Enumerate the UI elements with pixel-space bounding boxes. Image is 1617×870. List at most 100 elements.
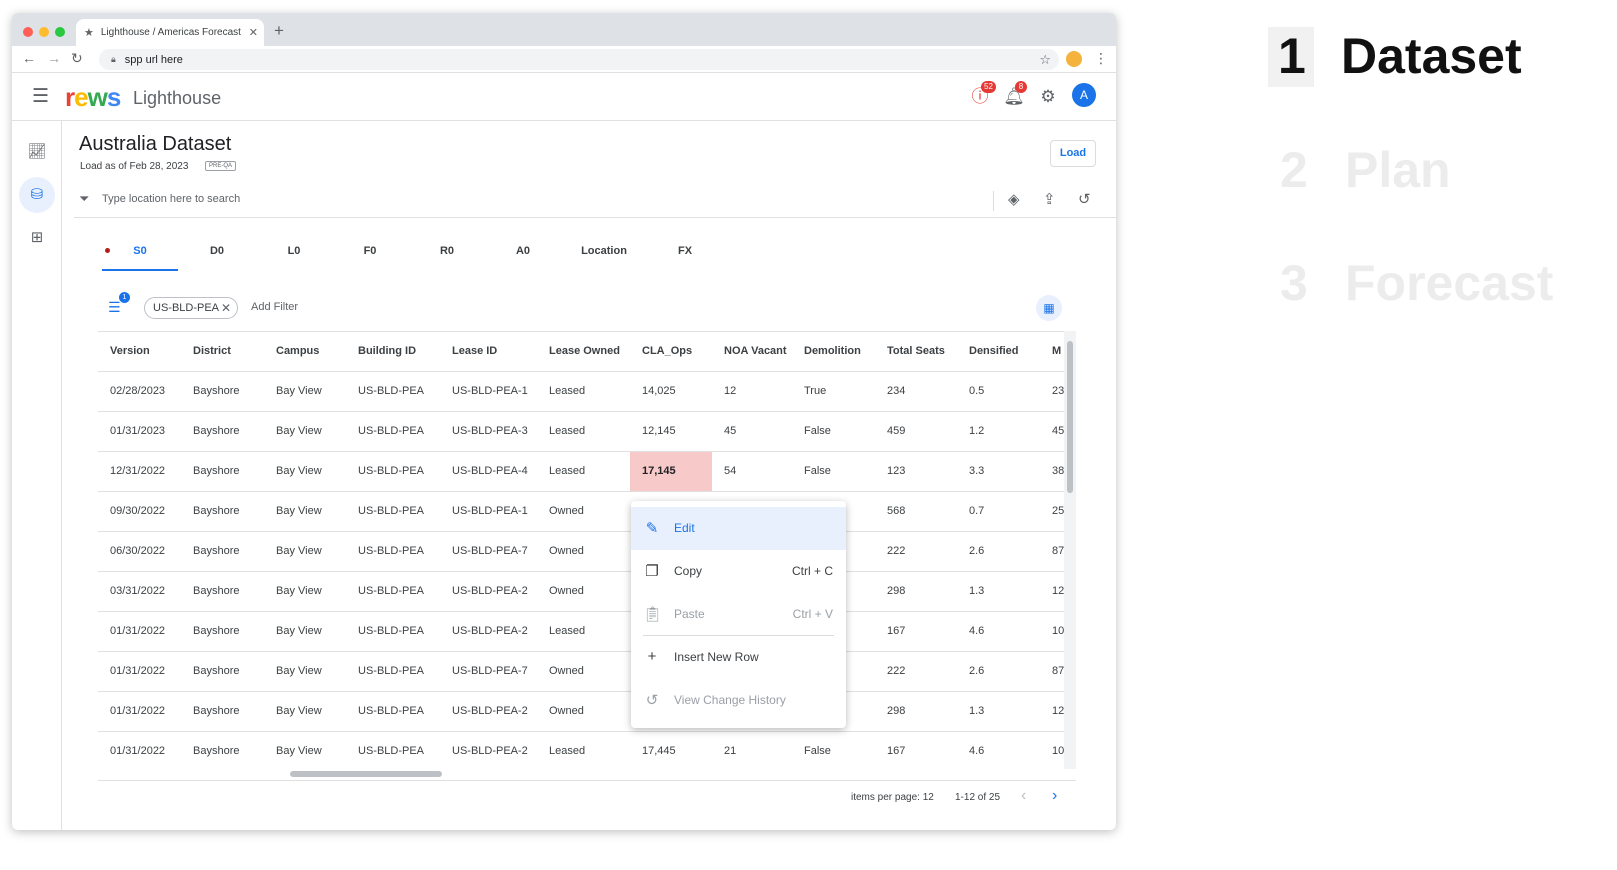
table-columns-icon[interactable]: ▦	[1036, 295, 1062, 321]
table-cell[interactable]: 14,025	[630, 372, 676, 411]
table-cell[interactable]: True	[792, 372, 826, 411]
table-cell[interactable]: Leased	[537, 732, 585, 769]
table-cell[interactable]: US-BLD-PEA-3	[440, 412, 528, 451]
table-cell[interactable]: 459	[875, 412, 905, 451]
table-row[interactable]: 06/30/2022 Bayshore Bay View US-BLD-PEA US-B…	[98, 532, 1064, 572]
table-cell[interactable]: US-BLD-PEA	[346, 532, 424, 571]
tab-location[interactable]: Location	[569, 239, 639, 271]
table-cell[interactable]: US-BLD-PEA	[346, 732, 424, 769]
table-cell[interactable]: False	[792, 732, 831, 769]
table-cell[interactable]: US-BLD-PEA	[346, 412, 424, 451]
menu-icon[interactable]: ☰	[32, 85, 49, 108]
table-cell[interactable]: Bay View	[264, 572, 322, 611]
table-cell[interactable]: 1.3	[957, 692, 984, 731]
table-cell[interactable]: Leased	[537, 452, 585, 491]
table-cell[interactable]: 12,145	[630, 412, 676, 451]
table-cell[interactable]: 03/31/2022	[98, 572, 165, 611]
table-cell[interactable]: Bay View	[264, 692, 322, 731]
table-cell[interactable]: US-BLD-PEA-2	[440, 692, 528, 731]
table-row[interactable]: 03/31/2022 Bayshore Bay View US-BLD-PEA US-B…	[98, 572, 1064, 612]
table-cell[interactable]: US-BLD-PEA-2	[440, 732, 528, 769]
column-header[interactable]: District	[181, 332, 231, 371]
table-row[interactable]: 01/31/2023 Bayshore Bay View US-BLD-PEA US-B…	[98, 412, 1064, 452]
table-cell[interactable]: 12	[712, 372, 736, 411]
menu-item-edit[interactable]: ✎ Edit	[631, 507, 846, 550]
table-cell[interactable]: Bayshore	[181, 532, 239, 571]
table-cell[interactable]: 2.6	[957, 652, 984, 691]
table-row[interactable]: 09/30/2022 Bayshore Bay View US-BLD-PEA US-B…	[98, 492, 1064, 532]
database-icon[interactable]: ⛁	[19, 177, 55, 213]
close-window-dot[interactable]	[23, 27, 33, 37]
table-cell[interactable]: US-BLD-PEA-2	[440, 612, 528, 651]
minimize-window-dot[interactable]	[39, 27, 49, 37]
table-cell[interactable]: US-BLD-PEA	[346, 452, 424, 491]
table-cell[interactable]: 1.2	[957, 412, 984, 451]
table-cell[interactable]: 25	[1040, 492, 1064, 531]
chevron-left-icon[interactable]: ‹	[1021, 787, 1026, 805]
profile-icon[interactable]	[1066, 51, 1082, 67]
column-header[interactable]: Campus	[264, 332, 319, 371]
table-cell[interactable]: Leased	[537, 372, 585, 411]
table-cell[interactable]: 10	[1040, 732, 1064, 769]
table-cell[interactable]: US-BLD-PEA	[346, 492, 424, 531]
vertical-scrollbar[interactable]	[1064, 331, 1076, 769]
table-row[interactable]: 01/31/2022 Bayshore Bay View US-BLD-PEA US-B…	[98, 652, 1064, 692]
table-cell[interactable]: Bayshore	[181, 652, 239, 691]
table-cell[interactable]: Bay View	[264, 492, 322, 531]
table-cell[interactable]: 234	[875, 372, 905, 411]
table-cell[interactable]: US-BLD-PEA-7	[440, 532, 528, 571]
menu-item-copy[interactable]: ❐ Copy Ctrl + C	[631, 550, 846, 593]
table-cell[interactable]: Bayshore	[181, 732, 239, 769]
table-cell[interactable]: 167	[875, 732, 905, 769]
table-cell[interactable]: 06/30/2022	[98, 532, 165, 571]
close-icon[interactable]: ✕	[249, 26, 258, 39]
table-cell[interactable]: 02/28/2023	[98, 372, 165, 411]
bookmark-star-icon[interactable]: ☆	[1039, 52, 1051, 68]
table-cell[interactable]: Owned	[537, 532, 584, 571]
table-cell[interactable]: 01/31/2023	[98, 412, 165, 451]
table-cell[interactable]: Bayshore	[181, 612, 239, 651]
table-cell[interactable]: Bay View	[264, 652, 322, 691]
table-cell[interactable]: 87	[1040, 652, 1064, 691]
table-cell[interactable]: US-BLD-PEA	[346, 612, 424, 651]
table-cell[interactable]: 123	[875, 452, 905, 491]
tab-f0[interactable]: F0	[340, 239, 400, 271]
step-3-label[interactable]: Forecast	[1345, 254, 1553, 312]
table-cell[interactable]: 45	[1040, 412, 1064, 451]
table-cell[interactable]: 87	[1040, 532, 1064, 571]
history-icon[interactable]: ↺	[1078, 190, 1091, 208]
table-cell[interactable]: US-BLD-PEA	[346, 652, 424, 691]
filter-list-icon[interactable]: ☰	[108, 299, 121, 316]
table-cell[interactable]: 12/31/2022	[98, 452, 165, 491]
table-cell[interactable]: 4.6	[957, 612, 984, 651]
table-cell[interactable]: 0.7	[957, 492, 984, 531]
table-cell[interactable]: US-BLD-PEA-4	[440, 452, 528, 491]
table-cell[interactable]: 01/31/2022	[98, 652, 165, 691]
more-vert-icon[interactable]: ⋮	[1094, 50, 1108, 67]
menu-item-paste[interactable]: 📋︎ Paste Ctrl + V	[631, 593, 846, 636]
table-cell[interactable]: 09/30/2022	[98, 492, 165, 531]
table-row[interactable]: 01/31/2022 Bayshore Bay View US-BLD-PEA US-B…	[98, 732, 1064, 769]
table-cell[interactable]: 23	[1040, 372, 1064, 411]
table-cell[interactable]: Bay View	[264, 452, 322, 491]
step-2-label[interactable]: Plan	[1345, 141, 1451, 199]
table-cell[interactable]: 12	[1040, 572, 1064, 611]
column-header[interactable]: Densified	[957, 332, 1019, 371]
table-cell[interactable]: Bayshore	[181, 572, 239, 611]
menu-item-insert-new-row[interactable]: + Insert New Row	[631, 636, 846, 679]
table-cell[interactable]: 0.5	[957, 372, 984, 411]
table-cell[interactable]: 01/31/2022	[98, 692, 165, 731]
table-cell[interactable]: Bay View	[264, 532, 322, 571]
table-cell[interactable]: Bay View	[264, 412, 322, 451]
tab-a0[interactable]: A0	[493, 239, 553, 271]
chevron-right-icon[interactable]: ›	[1052, 787, 1057, 805]
tab-r0[interactable]: R0	[417, 239, 477, 271]
new-tab-icon[interactable]: +	[274, 21, 284, 41]
table-cell[interactable]: Bay View	[264, 372, 322, 411]
table-cell[interactable]: 167	[875, 612, 905, 651]
table-cell[interactable]: 298	[875, 692, 905, 731]
table-cell[interactable]: 222	[875, 532, 905, 571]
table-cell[interactable]: 21	[712, 732, 736, 769]
column-header[interactable]: CLA_Ops	[630, 332, 692, 371]
trend-chart-icon[interactable]: 📈︎	[19, 134, 55, 170]
